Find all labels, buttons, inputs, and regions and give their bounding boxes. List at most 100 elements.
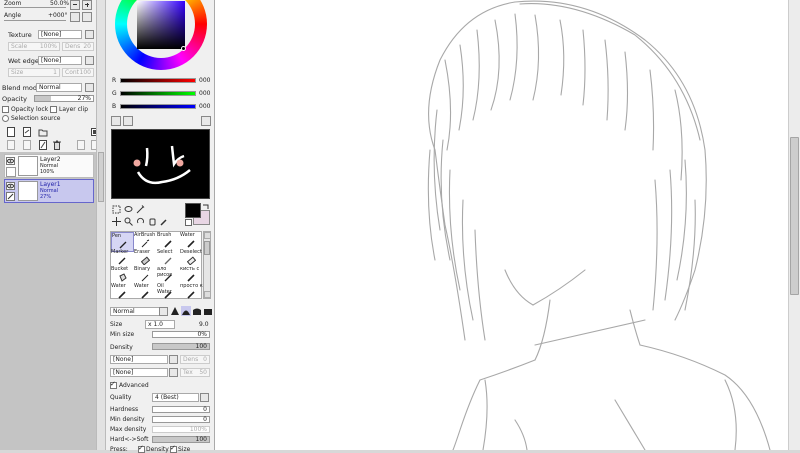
layer-up-icon[interactable] <box>76 140 86 150</box>
wet-edge-settings-button[interactable] <box>85 56 94 65</box>
brush-texture-select[interactable]: [None] <box>110 368 168 377</box>
zoom-value: 50.0% <box>50 0 70 7</box>
hard-soft-slider[interactable]: 100 <box>152 436 210 443</box>
g-slider[interactable] <box>120 91 196 96</box>
scratchpad-left-button[interactable] <box>111 116 121 126</box>
brush-shape-density[interactable]: Dens 0 <box>180 355 210 364</box>
merge-down-icon[interactable] <box>22 140 32 150</box>
brush-blend-select[interactable]: Normal <box>110 307 160 316</box>
lasso-icon[interactable] <box>124 205 133 214</box>
layer-lock-box[interactable] <box>6 167 16 177</box>
b-slider[interactable] <box>120 104 196 109</box>
advanced-checkbox[interactable] <box>110 380 117 389</box>
marquee-select-icon[interactable] <box>112 205 121 214</box>
brush-oil-water[interactable]: Oil Water <box>157 283 180 303</box>
transparent-color-icon[interactable] <box>185 219 192 226</box>
visibility-eye-icon[interactable] <box>6 157 15 165</box>
density-label: Density <box>110 344 133 351</box>
opacity-slider[interactable]: 27% <box>34 95 94 102</box>
rotate-left-button[interactable] <box>70 12 80 22</box>
size-multiplier-select[interactable]: x 1.0 <box>145 320 175 329</box>
texture-select[interactable]: [None] <box>38 30 82 39</box>
tip-sharp-icon[interactable] <box>170 306 180 316</box>
new-linework-layer-icon[interactable] <box>22 127 32 137</box>
wet-edge-size[interactable]: Size 1 <box>8 68 60 77</box>
zoom-slider[interactable] <box>4 7 66 8</box>
texture-density[interactable]: Dens 20 <box>62 42 94 51</box>
custom-brush-icon <box>187 291 195 299</box>
clear-layer-icon[interactable] <box>38 140 48 150</box>
divider-scroll-thumb[interactable] <box>98 152 104 202</box>
brush-shape-select[interactable]: [None] <box>110 355 168 364</box>
transfer-down-icon[interactable] <box>6 140 16 150</box>
brush-icon <box>164 240 172 248</box>
b-label: B <box>112 103 117 110</box>
layer-row-layer1[interactable]: Layer1 Normal 27% <box>4 179 94 203</box>
hardness-slider[interactable]: 0 <box>152 406 210 413</box>
swap-colors-icon[interactable] <box>202 203 210 210</box>
brush-custom-3[interactable]: просто к <box>180 283 203 303</box>
texture-settings-button[interactable] <box>85 30 94 39</box>
tool-icons <box>110 204 170 228</box>
brush-label: Deselect <box>180 249 202 255</box>
layer-row-layer2[interactable]: Layer2 Normal 100% <box>4 154 94 178</box>
scratchpad-mid-button[interactable] <box>123 116 133 126</box>
tip-round-icon[interactable] <box>181 306 191 316</box>
zoom-out-button[interactable] <box>70 0 80 10</box>
tip-blunt-icon[interactable] <box>192 306 202 316</box>
delete-layer-icon[interactable] <box>52 140 62 150</box>
texture-scale[interactable]: Scale 100% <box>8 42 60 51</box>
brush-texture-settings-button[interactable] <box>169 368 178 377</box>
rotate-icon[interactable] <box>136 217 145 226</box>
tip-flat-icon[interactable] <box>203 306 213 316</box>
angle-slider[interactable] <box>4 20 66 21</box>
zoom-icon[interactable] <box>124 217 133 226</box>
layer-clip-checkbox[interactable] <box>50 106 57 113</box>
scratchpad-zoom-button[interactable] <box>201 116 211 126</box>
blend-mode-select[interactable]: Normal <box>36 83 82 92</box>
color-picker-marker[interactable] <box>181 46 186 51</box>
quality-select[interactable]: 4 (Best) <box>152 393 199 402</box>
quality-dropdown-button[interactable] <box>200 393 209 402</box>
brush-edit-icon[interactable] <box>6 192 15 201</box>
density-slider[interactable]: 100 <box>152 343 210 350</box>
visibility-eye-icon[interactable] <box>6 182 15 190</box>
opacity-value: 27% <box>77 95 91 102</box>
brush-blend-dropdown-button[interactable] <box>159 307 168 316</box>
opacity-lock-checkbox[interactable] <box>2 106 9 113</box>
move-icon[interactable] <box>112 217 121 226</box>
wet-edge-contrast[interactable]: Cont 100 <box>62 68 94 77</box>
canvas-vertical-scrollbar[interactable] <box>788 0 800 450</box>
brush-grid-scrollbar[interactable] <box>203 231 211 299</box>
canvas-area[interactable] <box>214 0 788 450</box>
brush-texture-strength[interactable]: Tex 50 <box>180 368 210 377</box>
panel-divider[interactable] <box>96 0 106 450</box>
layer-clip-label: Layer clip <box>59 106 89 113</box>
wet-edge-select[interactable]: [None] <box>38 56 82 65</box>
magic-wand-icon[interactable] <box>136 205 145 214</box>
eyedropper-icon[interactable] <box>160 217 169 226</box>
hand-icon[interactable] <box>148 217 157 226</box>
scroll-up-arrow[interactable] <box>204 232 211 239</box>
brush-water-3[interactable]: Water <box>134 283 157 303</box>
min-density-slider[interactable]: 0 <box>152 416 210 423</box>
density-value: 100 <box>195 343 207 350</box>
new-layer-icon[interactable] <box>6 127 16 137</box>
r-slider[interactable] <box>120 78 196 83</box>
new-folder-icon[interactable] <box>38 127 48 137</box>
scratchpad[interactable] <box>111 129 210 199</box>
zoom-in-button[interactable] <box>82 0 92 10</box>
brush-grid-scroll-thumb[interactable] <box>204 241 210 255</box>
selection-source-radio[interactable] <box>2 115 9 122</box>
reset-rotation-button[interactable] <box>82 12 92 22</box>
canvas-scroll-thumb[interactable] <box>790 137 799 295</box>
brush-shape-settings-button[interactable] <box>169 355 178 364</box>
primary-color-swatch[interactable] <box>185 203 201 218</box>
binary-pen-icon <box>141 274 149 282</box>
min-size-slider[interactable]: 0% <box>152 331 210 338</box>
brush-water-2[interactable]: Water <box>111 283 134 303</box>
scroll-down-arrow[interactable] <box>204 291 211 298</box>
blend-mode-dropdown-button[interactable] <box>85 83 94 92</box>
max-density-slider[interactable]: 100% <box>152 426 210 433</box>
saturation-value-square[interactable] <box>137 1 185 49</box>
